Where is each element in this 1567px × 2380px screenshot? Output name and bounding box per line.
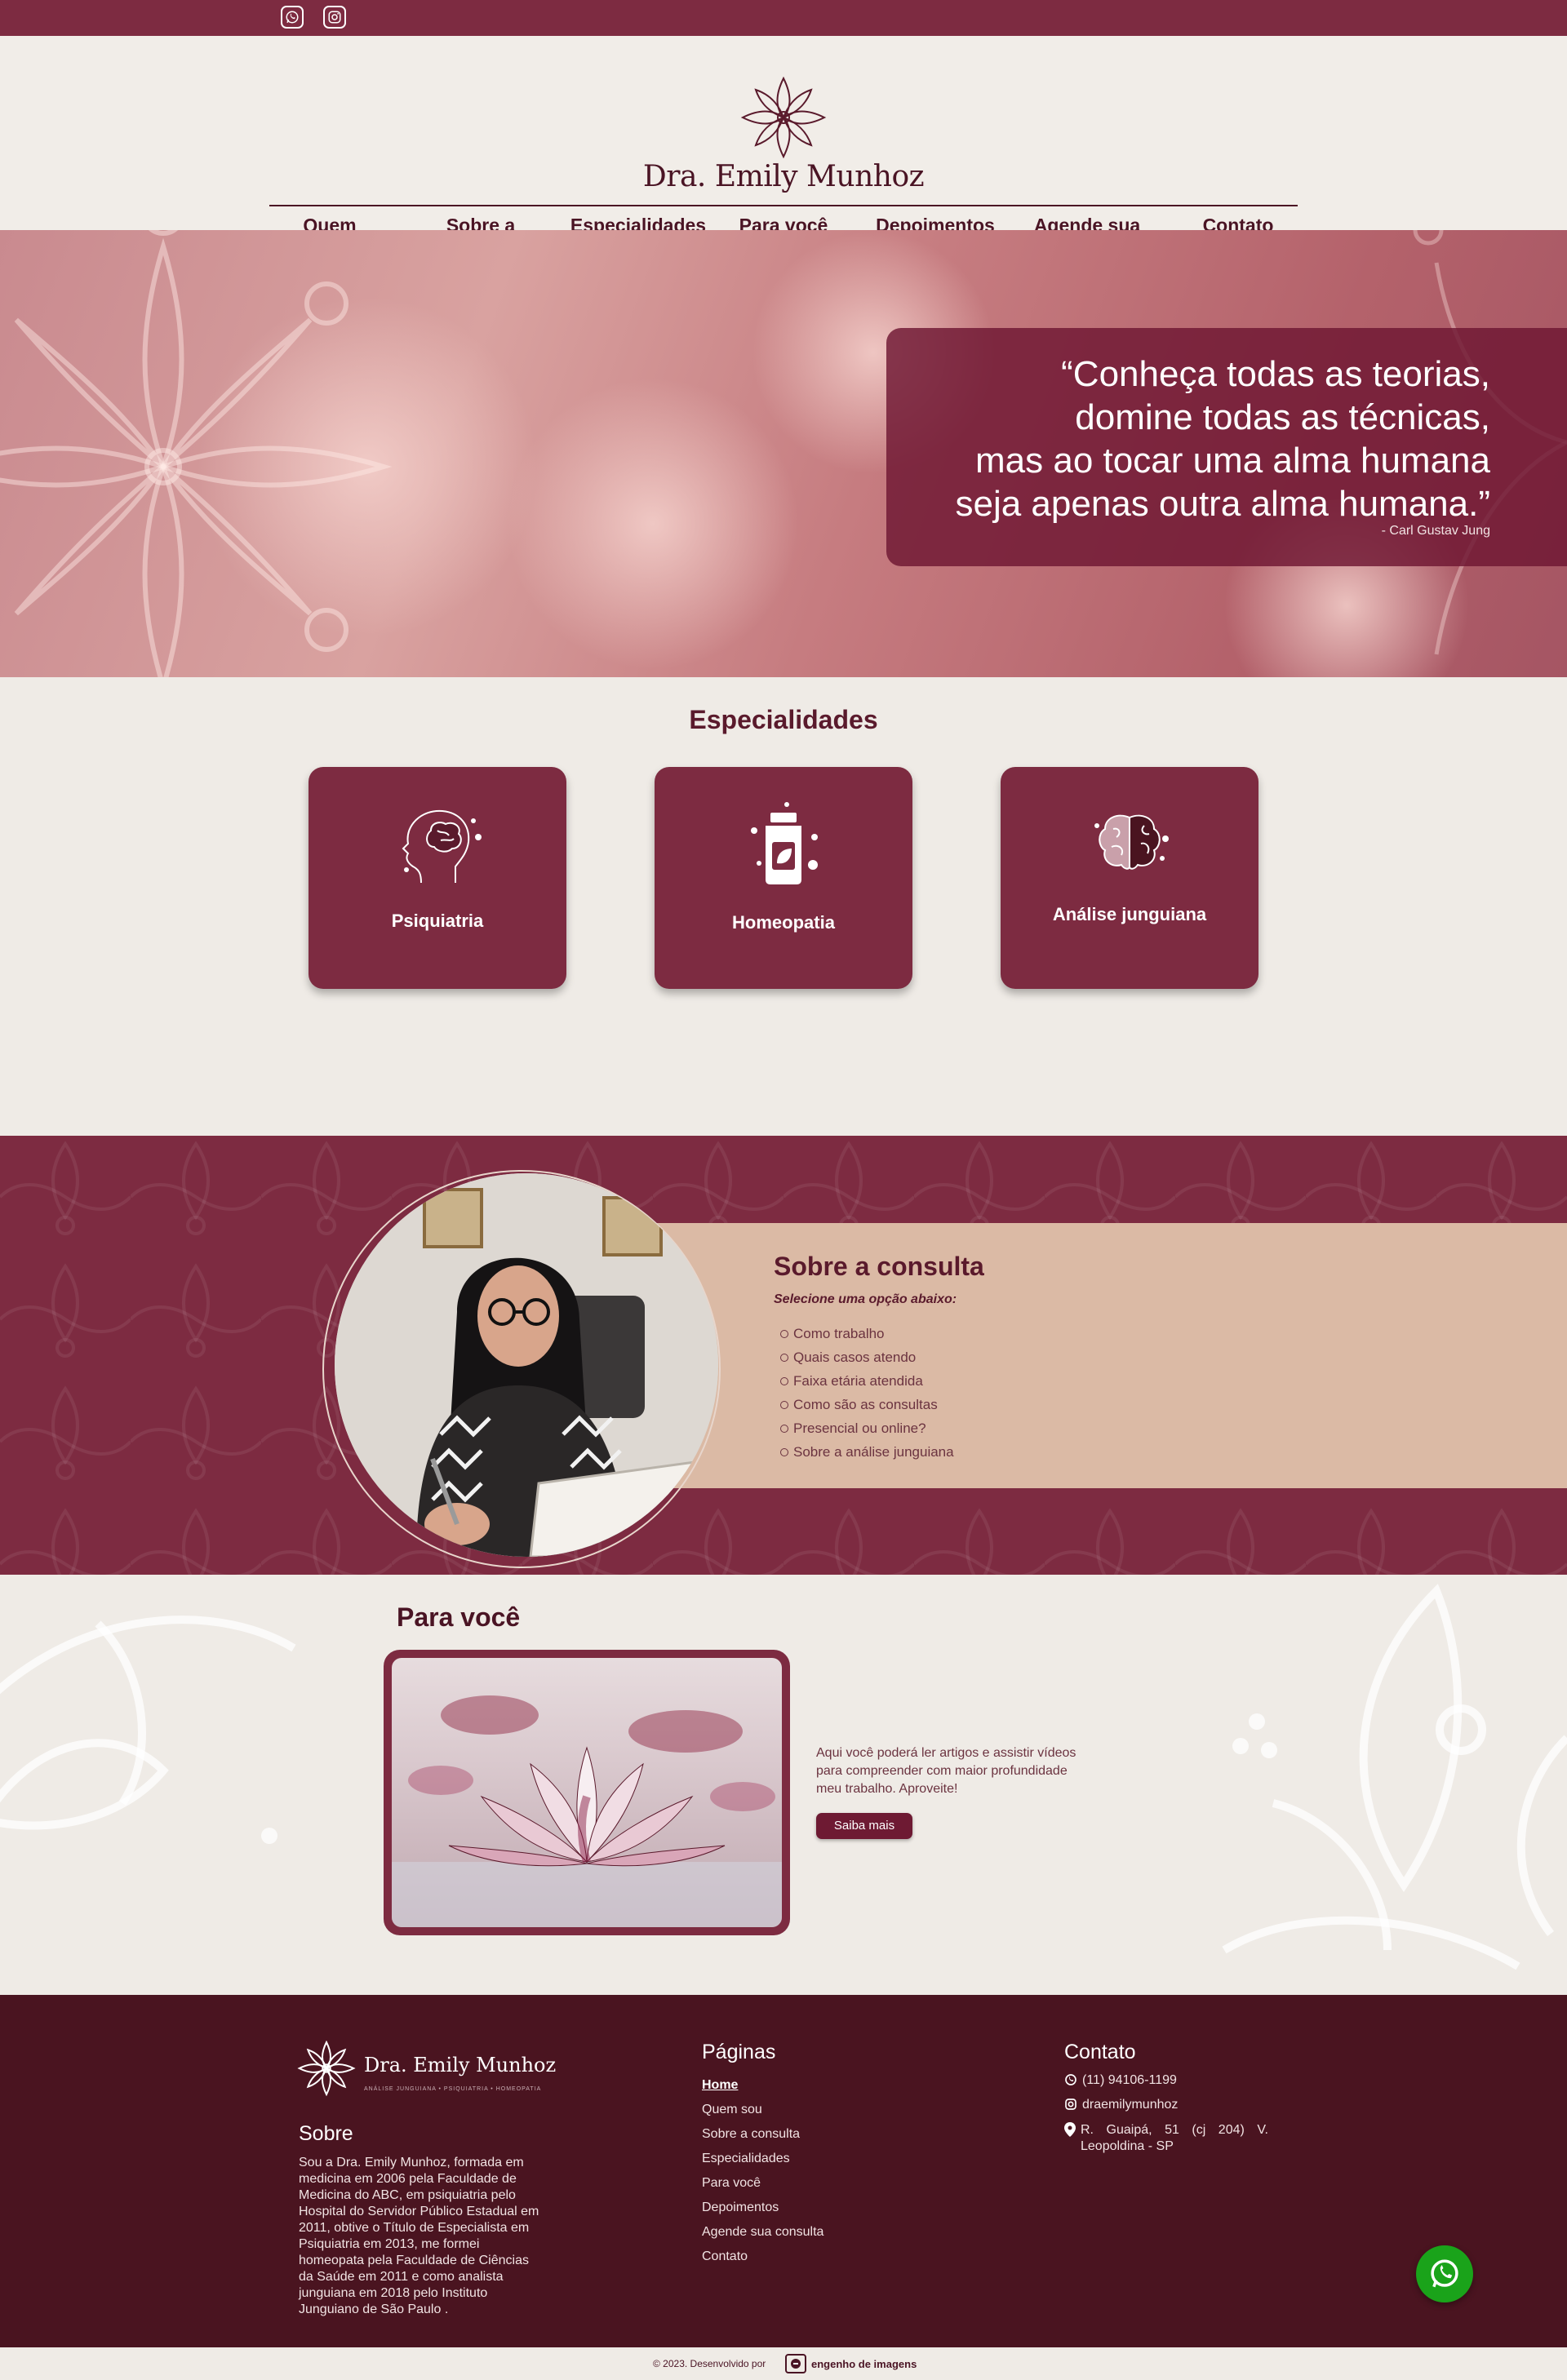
quote-author: - Carl Gustav Jung xyxy=(1381,524,1490,538)
footer-logo-tagline: ANÁLISE JUNGUIANA • PSIQUIATRIA • HOMEOP… xyxy=(364,2086,542,2092)
remedy-bottle-icon xyxy=(751,802,818,884)
footer-contact-phone[interactable]: (11) 94106-1199 xyxy=(1064,2073,1177,2088)
hero-banner: “Conheça todas as teorias, domine todas … xyxy=(0,230,1567,677)
instagram-icon[interactable] xyxy=(323,6,346,29)
lotus-image xyxy=(392,1658,782,1927)
consulta-options: Como trabalho Quais casos atendo Faixa e… xyxy=(780,1322,954,1464)
footer-link-contato[interactable]: Contato xyxy=(702,2245,823,2269)
specialty-card-analise-junguiana[interactable]: Análise junguiana xyxy=(1001,767,1258,989)
quote-line: mas ao tocar uma alma humana xyxy=(975,441,1490,481)
developer-brand-text: engenho de imagens xyxy=(811,2357,917,2370)
doctor-portrait-image xyxy=(335,1173,718,1557)
specialty-label: Análise junguiana xyxy=(1052,904,1207,924)
footer-logo-text[interactable]: Dra. Emily Munhoz xyxy=(364,2054,556,2076)
head-brain-icon xyxy=(402,809,482,884)
doctor-photo xyxy=(335,1173,718,1557)
bottom-credit-bar: © 2023. Desenvolvido por engenho de imag… xyxy=(0,2347,1567,2380)
brain-icon xyxy=(1094,814,1169,870)
para-voce-title: Para você xyxy=(397,1602,521,1632)
instagram-icon xyxy=(1065,2099,1076,2110)
footer-link-agende-sua-consulta[interactable]: Agende sua consulta xyxy=(702,2220,823,2245)
specialty-card-psiquiatria[interactable]: Psiquiatria xyxy=(309,767,566,989)
nav-divider xyxy=(269,205,1298,206)
mandala-watermark-icon xyxy=(0,230,393,677)
hero-quote: “Conheça todas as teorias, domine todas … xyxy=(919,352,1490,525)
map-pin-icon xyxy=(1064,2122,1076,2137)
developer-brand[interactable]: engenho de imagens xyxy=(785,2354,917,2373)
footer-instagram-text: draemilymunhoz xyxy=(1082,2098,1179,2112)
consulta-option[interactable]: Faixa etária atendida xyxy=(780,1369,954,1393)
quote-line: seja apenas outra alma humana.” xyxy=(955,484,1490,524)
whatsapp-icon xyxy=(1065,2074,1076,2085)
para-voce-image-frame xyxy=(384,1650,790,1935)
consulta-option[interactable]: Presencial ou online? xyxy=(780,1416,954,1440)
footer-link-sobre-a-consulta[interactable]: Sobre a consulta xyxy=(702,2122,823,2147)
specialty-card-homeopatia[interactable]: Homeopatia xyxy=(655,767,912,989)
site-header: Dra. Emily Munhoz Quem sou Sobre a consu… xyxy=(0,36,1567,255)
quote-line: “Conheça todas as teorias, xyxy=(1061,354,1490,394)
footer-phone-text: (11) 94106-1199 xyxy=(1082,2073,1177,2087)
quote-line: domine todas as técnicas, xyxy=(1075,397,1490,437)
engenho-logo-icon xyxy=(785,2354,806,2373)
consulta-title: Sobre a consulta xyxy=(774,1252,984,1281)
consulta-option[interactable]: Sobre a análise junguiana xyxy=(780,1440,954,1464)
consulta-section: Sobre a consulta Selecione uma opção aba… xyxy=(0,1136,1567,1575)
whatsapp-icon[interactable] xyxy=(281,6,304,29)
footer-contact-address[interactable]: R. Guaipá, 51 (cj 204) V. Leopoldina - S… xyxy=(1064,2122,1268,2155)
footer-link-home[interactable]: Home xyxy=(702,2073,823,2098)
whatsapp-icon xyxy=(1431,2259,1458,2288)
hero-flower-blur xyxy=(506,377,800,671)
consulta-option[interactable]: Como trabalho xyxy=(780,1322,954,1345)
consulta-option[interactable]: Como são as consultas xyxy=(780,1393,954,1416)
footer-link-especialidades[interactable]: Especialidades xyxy=(702,2147,823,2171)
copyright-text: © 2023. Desenvolvido por xyxy=(653,2358,766,2369)
top-bar xyxy=(0,0,1567,36)
footer-pages-list: Home Quem sou Sobre a consulta Especiali… xyxy=(702,2073,823,2269)
footer-contact-instagram[interactable]: draemilymunhoz xyxy=(1064,2098,1178,2112)
footer-about-title: Sobre xyxy=(299,2122,353,2145)
saiba-mais-button[interactable]: Saiba mais xyxy=(816,1813,912,1839)
footer-address-text: R. Guaipá, 51 (cj 204) V. Leopoldina - S… xyxy=(1081,2123,1268,2153)
footer-pages-title: Páginas xyxy=(702,2041,776,2063)
whatsapp-float-button[interactable] xyxy=(1416,2245,1473,2302)
footer-link-quem-sou[interactable]: Quem sou xyxy=(702,2098,823,2122)
mandala-logo-icon[interactable] xyxy=(739,75,828,160)
footer-link-para-voce[interactable]: Para você xyxy=(702,2171,823,2196)
consulta-option[interactable]: Quais casos atendo xyxy=(780,1345,954,1369)
specialty-label: Psiquiatria xyxy=(391,911,484,931)
footer-contact-title: Contato xyxy=(1064,2041,1136,2063)
site-footer: Dra. Emily Munhoz ANÁLISE JUNGUIANA • PS… xyxy=(0,1995,1567,2347)
footer-about-text: Sou a Dra. Emily Munhoz, formada em medi… xyxy=(299,2156,539,2316)
consulta-subtitle: Selecione uma opção abaixo: xyxy=(774,1292,957,1306)
lotus-flower-image xyxy=(392,1695,782,1927)
mandala-logo-icon[interactable] xyxy=(297,2039,356,2098)
site-logo-text[interactable]: Dra. Emily Munhoz xyxy=(0,160,1567,193)
footer-link-depoimentos[interactable]: Depoimentos xyxy=(702,2196,823,2220)
specialty-label: Homeopatia xyxy=(732,912,835,933)
para-voce-description: Aqui você poderá ler artigos e assistir … xyxy=(816,1746,1076,1796)
quote-box: “Conheça todas as teorias, domine todas … xyxy=(886,328,1567,566)
specialties-title: Especialidades xyxy=(689,705,878,734)
